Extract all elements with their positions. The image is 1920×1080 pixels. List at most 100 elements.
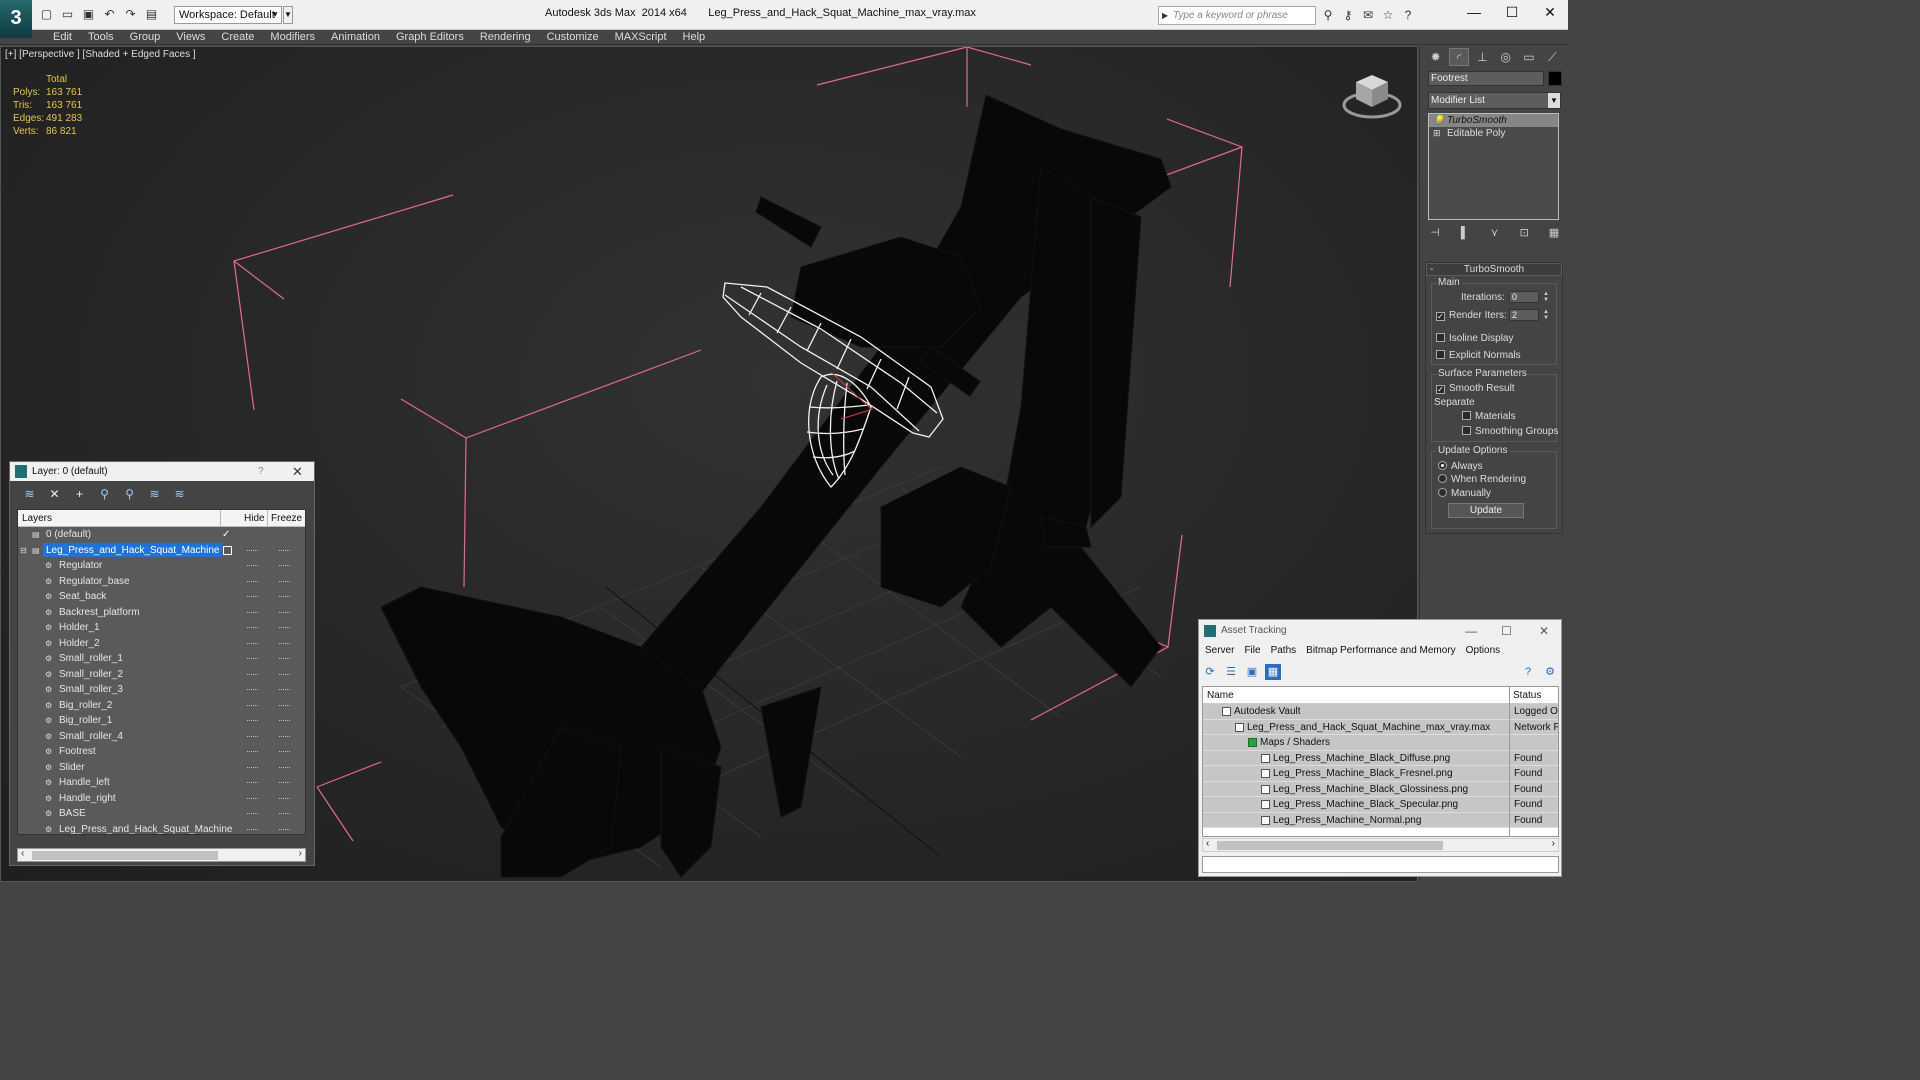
hierarchy-tab-icon[interactable]: ⊥ bbox=[1473, 48, 1492, 66]
layer-row[interactable]: ⚙ Small_roller_3 bbox=[18, 682, 305, 698]
project-folder-icon[interactable]: ▤ bbox=[143, 6, 160, 23]
help-icon[interactable]: ? bbox=[258, 462, 264, 481]
menu-options[interactable]: Options bbox=[1466, 642, 1500, 660]
stack-item-editable-poly[interactable]: ⊞ Editable Poly bbox=[1429, 127, 1558, 140]
layer-row[interactable]: ⚙ BASE bbox=[18, 806, 305, 822]
layer-row[interactable]: ⚙ Leg_Press_and_Hack_Squat_Machine bbox=[18, 822, 305, 834]
hide-all-layers-icon[interactable]: ≋ bbox=[145, 486, 164, 502]
render-iters-checkbox[interactable]: ✓ Render Iters: bbox=[1436, 310, 1507, 322]
asset-row[interactable]: Leg_Press_Machine_Normal.png Found bbox=[1203, 812, 1558, 828]
undo-icon[interactable]: ↶ bbox=[101, 6, 118, 23]
smoothing-groups-checkbox[interactable]: Smoothing Groups bbox=[1462, 426, 1558, 438]
column-header-status[interactable]: Status bbox=[1513, 687, 1541, 704]
new-file-icon[interactable]: ▢ bbox=[38, 6, 55, 23]
menu-create[interactable]: Create bbox=[213, 30, 262, 44]
freeze-toggle[interactable] bbox=[279, 813, 290, 814]
freeze-toggle[interactable] bbox=[279, 689, 290, 690]
hide-toggle[interactable] bbox=[247, 658, 258, 659]
horizontal-scrollbar[interactable]: ‹ › bbox=[1202, 838, 1559, 852]
settings-icon[interactable]: ⚙ bbox=[1542, 664, 1558, 680]
select-objects-icon[interactable]: ⚲ bbox=[95, 486, 114, 502]
workspace-dropdown[interactable]: Workspace: Default ▼ bbox=[174, 6, 282, 24]
asset-path-field[interactable] bbox=[1202, 856, 1559, 873]
isoline-display-checkbox[interactable]: Isoline Display bbox=[1436, 333, 1513, 345]
hide-toggle[interactable] bbox=[247, 611, 258, 613]
menu-bitmap-performance[interactable]: Bitmap Performance and Memory bbox=[1306, 642, 1456, 660]
asset-panel-title-bar[interactable]: Asset Tracking — ☐ ✕ bbox=[1199, 620, 1561, 642]
help-icon[interactable]: ? bbox=[1520, 664, 1536, 680]
hide-toggle[interactable] bbox=[247, 751, 258, 752]
layer-row[interactable]: ⚙ Holder_2 bbox=[18, 636, 305, 652]
redo-icon[interactable]: ↷ bbox=[122, 6, 139, 23]
layer-row[interactable]: ⚙ Slider bbox=[18, 760, 305, 776]
layer-panel-title-bar[interactable]: Layer: 0 (default) ? ✕ bbox=[10, 462, 314, 481]
subscription-icon[interactable]: ⚷ bbox=[1340, 7, 1356, 23]
pin-stack-icon[interactable]: ⊣ bbox=[1428, 226, 1442, 240]
thumbnail-view-icon[interactable]: ▣ bbox=[1244, 664, 1260, 680]
search-input[interactable]: ▶ Type a keyword or phrase bbox=[1158, 6, 1316, 25]
make-unique-icon[interactable]: ⋎ bbox=[1488, 226, 1502, 240]
always-radio[interactable]: Always bbox=[1438, 461, 1483, 473]
menu-file[interactable]: File bbox=[1244, 642, 1260, 660]
freeze-toggle[interactable] bbox=[279, 735, 290, 737]
explicit-normals-checkbox[interactable]: Explicit Normals bbox=[1436, 350, 1521, 362]
layer-row[interactable]: ⚙ Handle_right bbox=[18, 791, 305, 807]
scroll-left-icon[interactable]: ‹ bbox=[21, 848, 24, 859]
freeze-all-layers-icon[interactable]: ≋ bbox=[170, 486, 189, 502]
hide-toggle[interactable] bbox=[247, 596, 258, 597]
freeze-toggle[interactable] bbox=[279, 782, 290, 783]
freeze-toggle[interactable] bbox=[279, 565, 290, 566]
layer-row[interactable]: ⚙ Regulator_base bbox=[18, 574, 305, 590]
open-file-icon[interactable]: ▭ bbox=[59, 6, 76, 23]
menu-views[interactable]: Views bbox=[168, 30, 213, 44]
smooth-result-checkbox[interactable]: ✓ Smooth Result bbox=[1436, 383, 1515, 395]
column-header-name[interactable]: Name bbox=[1207, 687, 1234, 704]
menu-paths[interactable]: Paths bbox=[1271, 642, 1297, 660]
menu-edit[interactable]: Edit bbox=[45, 30, 80, 44]
menu-server[interactable]: Server bbox=[1205, 642, 1234, 660]
menu-tools[interactable]: Tools bbox=[80, 30, 122, 44]
menu-rendering[interactable]: Rendering bbox=[472, 30, 539, 44]
when-rendering-radio[interactable]: When Rendering bbox=[1438, 474, 1526, 486]
table-view-icon[interactable]: ▦ bbox=[1265, 664, 1281, 680]
hide-toggle[interactable] bbox=[247, 813, 258, 814]
set-current-layer-box-icon[interactable] bbox=[223, 545, 232, 555]
modify-tab-icon[interactable]: ◜ bbox=[1449, 48, 1469, 66]
binoculars-icon[interactable]: ⚲ bbox=[1320, 7, 1336, 23]
add-to-layer-icon[interactable]: + bbox=[70, 486, 89, 502]
utilities-tab-icon[interactable]: ⟋ bbox=[1543, 48, 1562, 66]
freeze-toggle[interactable] bbox=[279, 611, 290, 613]
communication-icon[interactable]: ✉ bbox=[1360, 7, 1376, 23]
freeze-toggle[interactable] bbox=[279, 751, 290, 752]
rollout-header[interactable]: - TurboSmooth bbox=[1426, 263, 1562, 276]
layer-row[interactable]: ⚙ Big_roller_1 bbox=[18, 713, 305, 729]
motion-tab-icon[interactable]: ◎ bbox=[1496, 48, 1515, 66]
layers-icon[interactable]: ≋ bbox=[20, 486, 39, 502]
close-icon[interactable]: ✕ bbox=[1539, 620, 1549, 642]
hide-toggle[interactable] bbox=[247, 766, 258, 768]
hide-toggle[interactable] bbox=[247, 642, 258, 644]
stack-item-turbosmooth[interactable]: 💡 TurboSmooth bbox=[1429, 114, 1558, 127]
horizontal-scrollbar[interactable]: ‹ › bbox=[17, 848, 306, 862]
app-logo-button[interactable]: 3 bbox=[0, 0, 32, 38]
menu-graph-editors[interactable]: Graph Editors bbox=[388, 30, 472, 44]
minimize-icon[interactable]: — bbox=[1455, 0, 1493, 26]
layer-row[interactable]: ⚙ Small_roller_1 bbox=[18, 651, 305, 667]
hide-toggle[interactable] bbox=[247, 735, 258, 737]
asset-row[interactable]: Maps / Shaders bbox=[1203, 735, 1558, 751]
hide-toggle[interactable] bbox=[247, 627, 258, 628]
spinner-arrows-icon[interactable]: ▲ ▼ bbox=[1542, 309, 1550, 321]
scroll-thumb[interactable] bbox=[1217, 841, 1443, 850]
render-iters-spinner[interactable]: 2 bbox=[1509, 309, 1539, 321]
workspace-options-button[interactable]: ▼ bbox=[283, 6, 293, 24]
menu-animation[interactable]: Animation bbox=[323, 30, 388, 44]
layer-row[interactable]: ⚙ Regulator bbox=[18, 558, 305, 574]
asset-row[interactable]: Leg_Press_Machine_Black_Glossiness.png Fo… bbox=[1203, 781, 1558, 797]
object-color-swatch[interactable] bbox=[1548, 71, 1562, 86]
layer-row[interactable]: ⚙ Holder_1 bbox=[18, 620, 305, 636]
layer-row[interactable]: ⚙ Big_roller_2 bbox=[18, 698, 305, 714]
menu-modifiers[interactable]: Modifiers bbox=[262, 30, 323, 44]
asset-row[interactable]: Autodesk Vault Logged Ou bbox=[1203, 704, 1558, 720]
lightbulb-icon[interactable]: 💡 bbox=[1433, 114, 1444, 127]
freeze-toggle[interactable] bbox=[279, 658, 290, 659]
